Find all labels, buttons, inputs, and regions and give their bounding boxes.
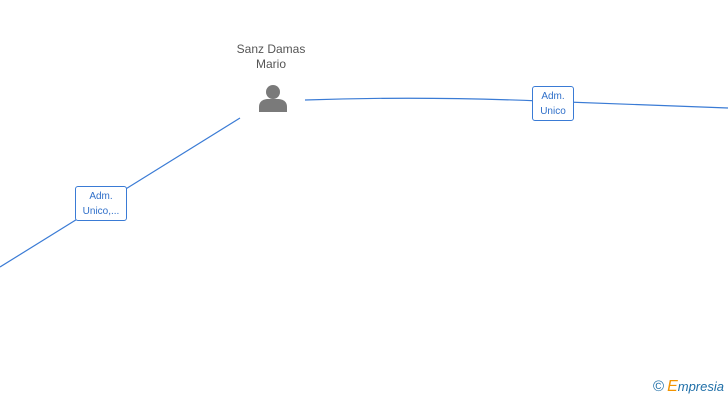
edge-label-left-line2: Unico,... [82, 206, 120, 217]
edge-label-left[interactable]: Adm. Unico,... [75, 186, 127, 221]
edge-label-right-line1: Adm. [541, 91, 565, 102]
edge-label-right-line2: Unico [540, 106, 566, 117]
brand-rest: mpresia [677, 379, 724, 394]
edge-right [304, 97, 728, 109]
person-node-name[interactable]: Sanz Damas Mario [221, 42, 321, 72]
copyright-icon: © [653, 378, 665, 395]
person-icon[interactable] [257, 83, 289, 113]
edge-label-left-line1: Adm. [89, 191, 113, 202]
relationship-graph: Sanz Damas Mario Adm. Unico,... Adm. Uni… [0, 0, 728, 400]
person-name-line2[interactable]: Mario [221, 57, 321, 72]
empresia-logo[interactable]: © Empresia [653, 378, 724, 396]
brand-first-letter: E [667, 378, 678, 395]
edge-label-right[interactable]: Adm. Unico [532, 86, 574, 121]
person-name-line1[interactable]: Sanz Damas [221, 42, 321, 57]
